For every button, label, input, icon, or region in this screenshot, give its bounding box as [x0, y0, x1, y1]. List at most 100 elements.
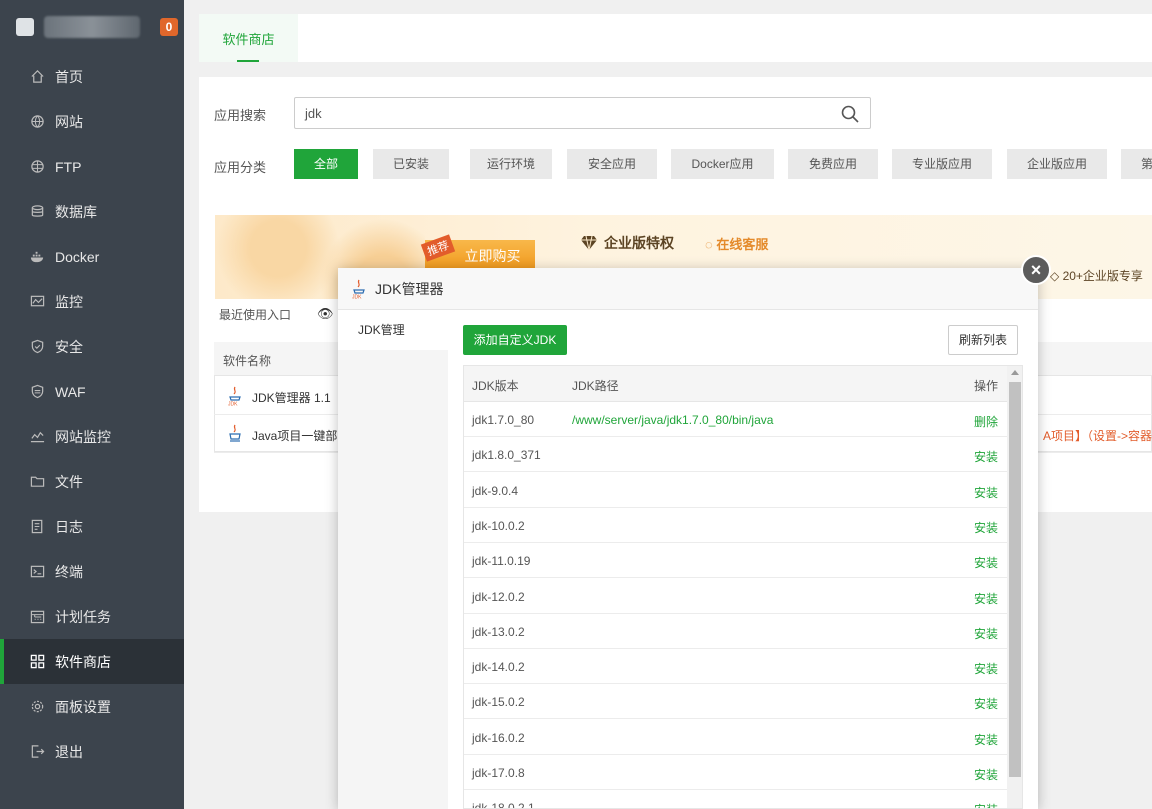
sidebar-item-files[interactable]: 文件: [0, 459, 184, 504]
scrollbar[interactable]: [1007, 366, 1022, 808]
sidebar-item-terminal[interactable]: 终端: [0, 549, 184, 594]
install-link[interactable]: 安装: [974, 660, 998, 677]
sidebar-item-home[interactable]: 首页: [0, 54, 184, 99]
site-monitor-icon: [30, 429, 45, 444]
jdk-version: jdk-13.0.2: [472, 624, 525, 639]
chat-icon: ◌: [705, 237, 713, 252]
search-icon[interactable]: [840, 104, 860, 124]
gear-icon: [30, 699, 45, 714]
sidebar-item-label: 网站监控: [55, 428, 111, 445]
jdk-table: JDK版本 JDK路径 操作 jdk1.7.0_80/www/server/ja…: [463, 365, 1023, 809]
online-service-link[interactable]: ◌ 在线客服: [705, 234, 768, 253]
table-row: jdk1.7.0_80/www/server/java/jdk1.7.0_80/…: [464, 402, 1007, 437]
terminal-icon: [30, 564, 45, 579]
log-icon: [30, 519, 45, 534]
dialog-title: JDK管理器: [375, 280, 444, 297]
install-link[interactable]: 安装: [974, 801, 998, 808]
install-link[interactable]: 安装: [974, 731, 998, 748]
install-link[interactable]: 安装: [974, 695, 998, 712]
table-row: jdk-12.0.2 安装: [464, 579, 1007, 614]
category-free[interactable]: 免费应用: [788, 149, 878, 179]
sidebar-item-label: 首页: [55, 68, 83, 85]
online-service-label: 在线客服: [716, 237, 769, 252]
category-all[interactable]: 全部: [294, 149, 358, 179]
install-link[interactable]: 安装: [974, 766, 998, 783]
install-link[interactable]: 安装: [974, 554, 998, 571]
sidebar-item-label: 软件商店: [55, 653, 111, 670]
java-icon: [229, 424, 241, 442]
scrollbar-thumb[interactable]: [1009, 382, 1021, 777]
install-link[interactable]: 安装: [974, 590, 998, 607]
notification-badge[interactable]: 0: [160, 18, 178, 36]
docker-icon: [30, 249, 45, 264]
sidebar-item-label: 安全: [55, 338, 83, 355]
category-enterprise[interactable]: 企业版应用: [1007, 149, 1107, 179]
promo-more-text: ◇ 20+企业版专享: [1050, 267, 1143, 284]
sidebar-item-store[interactable]: 软件商店: [0, 639, 184, 684]
sidebar: 0 首页 网站 FTP 数据库 Docker 监控 安全 WAF 网站监控 文件: [0, 0, 184, 809]
category-pro[interactable]: 专业版应用: [892, 149, 992, 179]
sidebar-item-security[interactable]: 安全: [0, 324, 184, 369]
install-link[interactable]: 安装: [974, 484, 998, 501]
app-note: A项目】（设置->容器: [1042, 429, 1152, 443]
diamond-icon: [581, 235, 597, 251]
category-security[interactable]: 安全应用: [567, 149, 657, 179]
svg-text:JDK: JDK: [352, 294, 362, 299]
enterprise-privilege-title: 企业版特权: [580, 233, 674, 253]
sidebar-item-site-monitor[interactable]: 网站监控: [0, 414, 184, 459]
promo-more-label: 20+企业版专享: [1062, 269, 1143, 283]
sidebar-item-label: 计划任务: [55, 608, 111, 625]
jdk-path: /www/server/java/jdk1.7.0_80/bin/java: [572, 413, 774, 427]
sidebar-item-waf[interactable]: WAF: [0, 369, 184, 414]
column-action: 操作: [973, 379, 998, 393]
sidebar-item-cron[interactable]: 计划任务: [0, 594, 184, 639]
jdk-version: jdk-10.0.2: [472, 518, 525, 533]
add-custom-jdk-button[interactable]: 添加自定义JDK: [463, 325, 567, 355]
category-docker[interactable]: Docker应用: [671, 149, 774, 179]
jdk-version: jdk-12.0.2: [472, 589, 525, 604]
install-link[interactable]: 安装: [974, 519, 998, 536]
sidebar-item-docker[interactable]: Docker: [0, 234, 184, 279]
close-icon[interactable]: ×: [1021, 255, 1051, 285]
jdk-version: jdk1.7.0_80: [472, 413, 535, 427]
scroll-up-arrow[interactable]: [1011, 370, 1019, 375]
sidebar-item-label: 网站: [55, 113, 83, 130]
category-runtime[interactable]: 运行环境: [470, 149, 552, 179]
tab-software-store[interactable]: 软件商店: [199, 14, 298, 62]
category-installed[interactable]: 已安装: [373, 149, 449, 179]
sidebar-header: 0: [0, 0, 184, 54]
dialog-nav-jdk-manage[interactable]: JDK管理: [338, 310, 448, 350]
delete-link[interactable]: 删除: [974, 413, 998, 430]
install-link[interactable]: 安装: [974, 625, 998, 642]
sidebar-item-logout[interactable]: 退出: [0, 729, 184, 774]
jdk-version: jdk-14.0.2: [472, 660, 525, 675]
sidebar-item-label: 日志: [55, 518, 83, 535]
home-icon: [30, 69, 45, 84]
sidebar-item-logs[interactable]: 日志: [0, 504, 184, 549]
tab-bar: 软件商店: [199, 14, 1152, 62]
search-input[interactable]: jdk: [294, 97, 871, 129]
sidebar-item-monitor[interactable]: 监控: [0, 279, 184, 324]
category-third-party[interactable]: 第: [1121, 149, 1152, 179]
sidebar-item-settings[interactable]: 面板设置: [0, 684, 184, 729]
refresh-list-button[interactable]: 刷新列表: [948, 325, 1018, 355]
globe-icon: [30, 114, 45, 129]
search-input-value: jdk: [305, 106, 322, 121]
jdk-version: jdk-11.0.19: [472, 554, 531, 569]
jdk-version: jdk-18.0.2.1: [472, 801, 535, 809]
table-row: jdk-16.0.2 安装: [464, 720, 1007, 755]
jdk-icon: JDK: [352, 279, 365, 299]
calendar-icon: [30, 609, 45, 624]
sidebar-item-website[interactable]: 网站: [0, 99, 184, 144]
table-row: jdk-15.0.2 安装: [464, 684, 1007, 720]
jdk-version: jdk-15.0.2: [472, 695, 525, 710]
sidebar-item-database[interactable]: 数据库: [0, 189, 184, 234]
sidebar-item-ftp[interactable]: FTP: [0, 144, 184, 189]
jdk-version: jdk1.8.0_371: [472, 448, 541, 463]
logo-icon: [16, 18, 34, 36]
eye-icon[interactable]: 👁: [317, 306, 334, 322]
install-link[interactable]: 安装: [974, 448, 998, 465]
table-row: jdk-17.0.8 安装: [464, 755, 1007, 790]
jdk-icon: JDK: [228, 386, 241, 406]
dialog-sidebar: JDK管理: [338, 310, 448, 809]
